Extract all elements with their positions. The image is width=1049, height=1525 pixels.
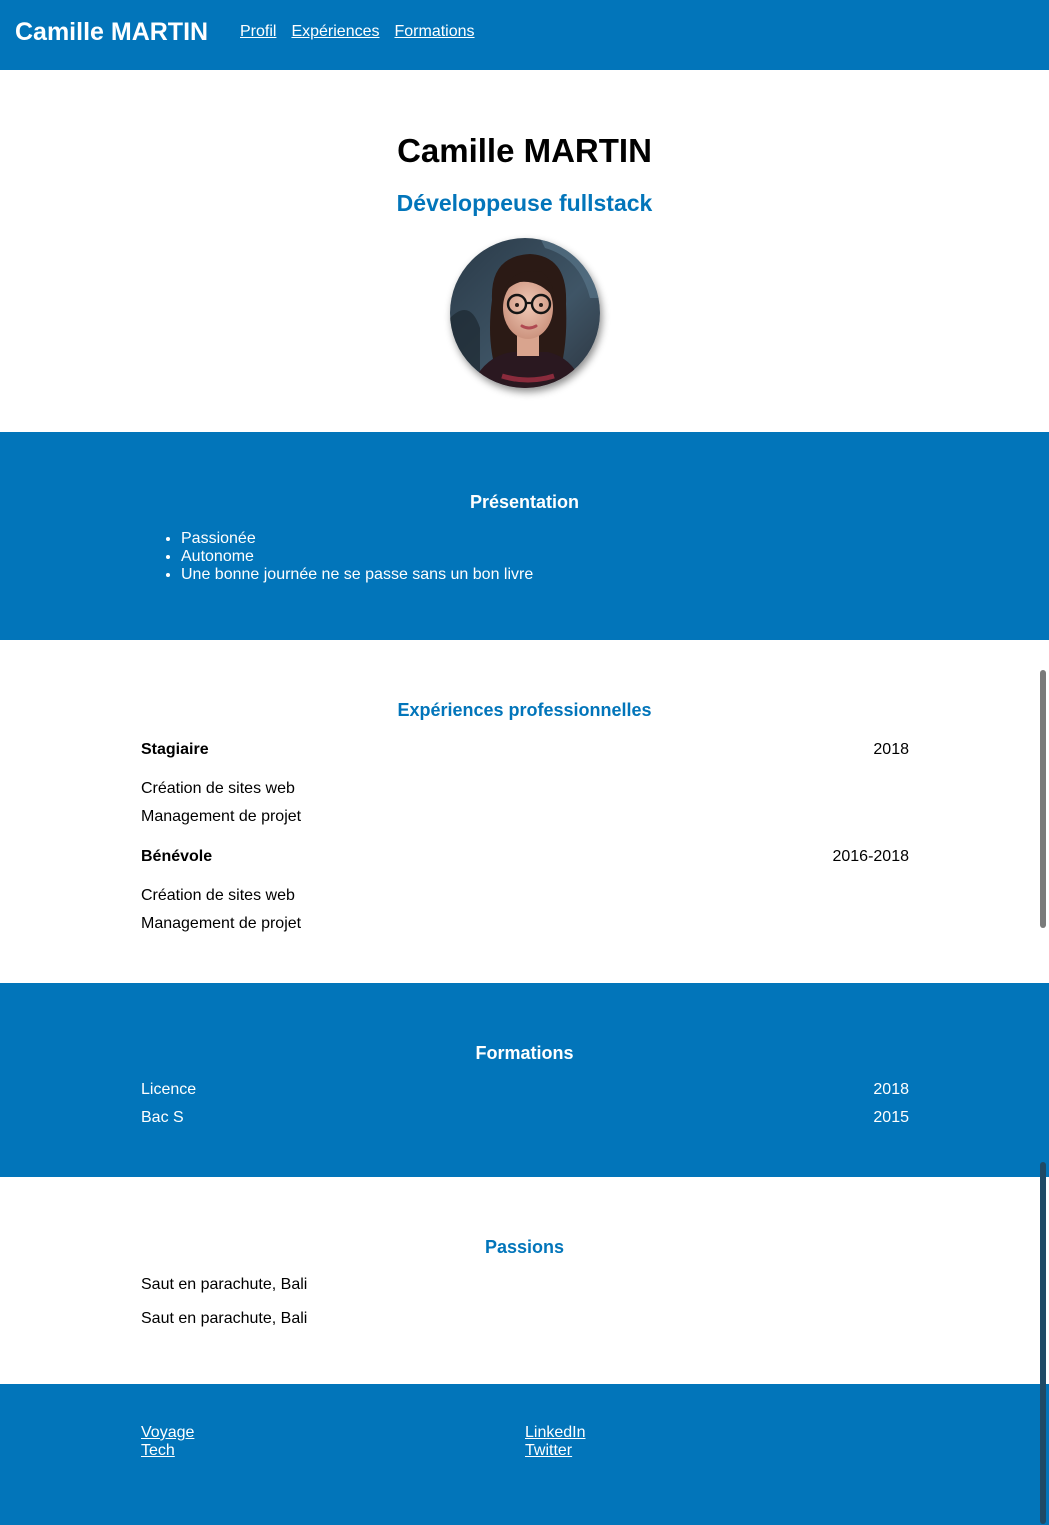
experience-header: Stagiaire 2018: [141, 741, 909, 759]
formations-title: Formations: [475, 1043, 574, 1063]
formation-label: Bac S: [141, 1109, 184, 1126]
nav-link-experiences[interactable]: Expériences: [291, 23, 379, 41]
hero-name: Camille MARTIN: [397, 132, 652, 169]
experience-task: Création de sites web: [141, 780, 295, 797]
list-item: Une bonne journée ne se passe sans un bo…: [181, 566, 533, 584]
passions-section: Passions Saut en parachute, Bali Saut en…: [0, 1177, 1049, 1384]
nav-link-profil[interactable]: Profil: [240, 23, 276, 41]
footer-link-voyage[interactable]: Voyage: [141, 1424, 194, 1442]
experience-role: Bénévole: [141, 848, 213, 865]
experiences-title: Expériences professionnelles: [397, 700, 652, 720]
hero-job-title: Développeuse fullstack: [396, 190, 653, 216]
formation-date: 2018: [873, 1081, 909, 1098]
hero-section: Camille MARTIN Développeuse fullstack: [0, 70, 1049, 432]
list-item: Passionée: [181, 530, 533, 548]
presentation-section: Présentation Passionée Autonome Une bonn…: [0, 432, 1049, 640]
formations-section: Formations Licence 2018 Bac S 2015: [0, 983, 1049, 1177]
experience-task: Création de sites web: [141, 887, 295, 904]
nav-link-formations[interactable]: Formations: [395, 23, 475, 41]
formation-date: 2015: [873, 1109, 909, 1126]
footer-link-tech[interactable]: Tech: [141, 1442, 175, 1460]
presentation-list: Passionée Autonome Une bonne journée ne …: [181, 530, 533, 584]
avatar: [450, 238, 600, 388]
passion-item: Saut en parachute, Bali: [141, 1276, 308, 1293]
scrollbar-thumb[interactable]: [1040, 670, 1046, 928]
footer: Voyage Tech LinkedIn Twitter: [0, 1384, 1049, 1525]
experience-task: Management de projet: [141, 808, 302, 825]
avatar-photo: [450, 238, 600, 388]
scrollbar-thumb[interactable]: [1040, 1162, 1046, 1524]
passions-title: Passions: [484, 1237, 565, 1257]
experience-role: Stagiaire: [141, 741, 209, 758]
presentation-title: Présentation: [469, 492, 580, 512]
formation-row: Licence 2018: [141, 1081, 909, 1099]
formation-label: Licence: [141, 1081, 197, 1098]
experience-date: 2018: [873, 741, 909, 758]
brand-name[interactable]: Camille MARTIN: [15, 18, 208, 47]
footer-link-twitter[interactable]: Twitter: [525, 1442, 572, 1460]
experience-task: Management de projet: [141, 915, 302, 932]
list-item: Autonome: [181, 548, 533, 566]
experiences-section: Expériences professionnelles Stagiaire 2…: [0, 640, 1049, 983]
nav-links: Profil Expériences Formations: [240, 23, 475, 41]
experience-date: 2016-2018: [832, 848, 909, 865]
passion-item: Saut en parachute, Bali: [141, 1310, 308, 1327]
experience-header: Bénévole 2016-2018: [141, 848, 909, 866]
formation-row: Bac S 2015: [141, 1109, 909, 1127]
footer-link-linkedin[interactable]: LinkedIn: [525, 1424, 586, 1442]
navbar: Camille MARTIN Profil Expériences Format…: [0, 0, 1049, 70]
